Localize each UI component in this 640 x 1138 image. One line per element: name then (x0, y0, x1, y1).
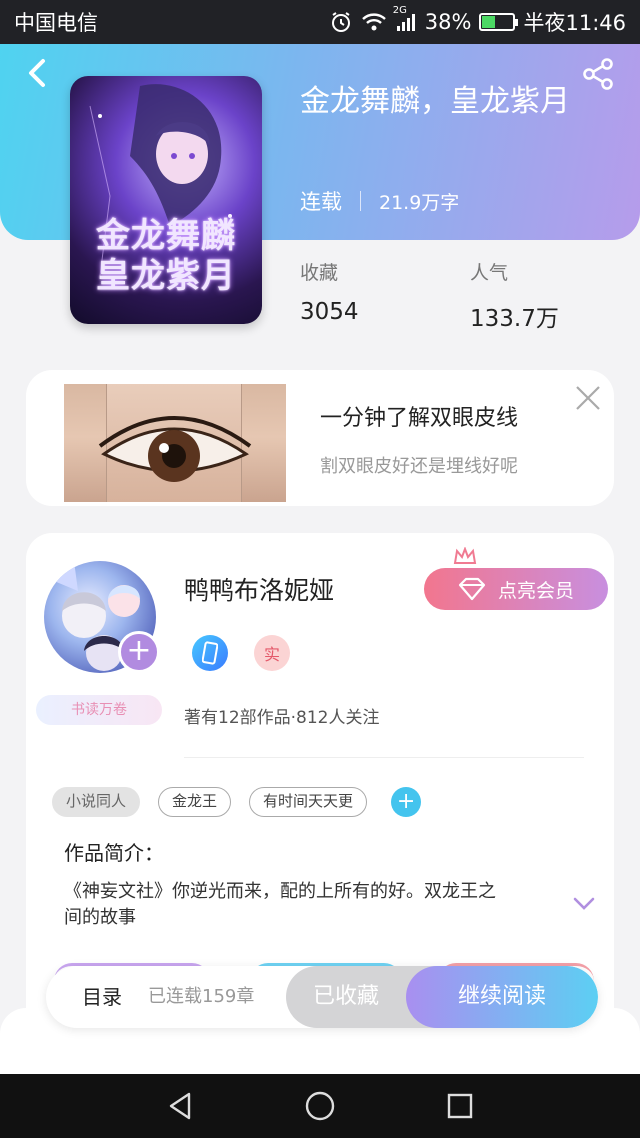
battery-fill (482, 16, 495, 28)
ad-subtitle: 割双眼皮好还是埋线好呢 (320, 456, 518, 477)
crown-icon (453, 547, 477, 564)
ad-close-button[interactable] (574, 384, 602, 412)
phone-verified-icon (192, 635, 228, 671)
status-icons: 2G 38% 半夜11:46 (329, 5, 626, 37)
alarm-icon (329, 10, 353, 34)
battery-percent: 38% (424, 10, 472, 34)
ad-image (64, 384, 286, 502)
follow-author-button[interactable]: + (118, 631, 160, 673)
stat-label: 收藏 (300, 262, 339, 284)
vip-button[interactable]: 点亮会员 (424, 568, 608, 610)
divider (184, 757, 584, 758)
cover-title: 金龙舞麟 皇龙紫月 (78, 216, 254, 296)
add-tag-button[interactable]: + (391, 787, 422, 817)
close-icon (576, 386, 600, 410)
stat-label: 人气 (470, 262, 509, 284)
chapter-count: 已连载159章 (148, 986, 255, 1007)
stat-popularity: 人气 133.7万 (470, 258, 559, 333)
intro-text: 《神妄文社》你逆光而来，配的上所有的好。双龙王之间的故事 (64, 881, 496, 928)
nav-recents-button[interactable] (438, 1084, 482, 1128)
network-type-label: 2G (392, 5, 407, 16)
nav-back-button[interactable] (158, 1084, 202, 1128)
tag-list: 小说同人 金龙王 有时间天天更 + (52, 787, 422, 817)
avatar-add-icon: + (126, 633, 152, 668)
book-status-row: 连载 21.9万字 (300, 186, 459, 216)
nav-back-icon (169, 1092, 191, 1120)
signal-icon: 2G (393, 5, 417, 33)
expand-intro-button[interactable] (572, 895, 596, 911)
battery-icon (479, 13, 519, 31)
book-cover[interactable]: 金龙舞麟 皇龙紫月 (70, 76, 262, 324)
action-bar: 目录 已连载159章 已收藏 继续阅读 (46, 966, 598, 1028)
clock: 半夜11:46 (523, 11, 626, 35)
status-divider (360, 191, 361, 211)
stat-value: 133.7万 (470, 306, 559, 332)
intro-label: 作品简介： (64, 841, 164, 865)
nav-home-icon (305, 1091, 335, 1121)
ad-title: 一分钟了解双眼皮线 (320, 406, 519, 431)
tag-item[interactable]: 有时间天天更 (249, 787, 368, 817)
back-button[interactable] (20, 56, 54, 90)
continue-reading-button[interactable]: 继续阅读 (406, 966, 598, 1028)
vip-label: 点亮会员 (497, 579, 574, 602)
book-title: 金龙舞麟，皇龙紫月 (300, 84, 570, 119)
eye-illustration (98, 416, 252, 482)
reader-badge: 书读万卷 (36, 695, 162, 725)
author-name[interactable]: 鸭鸭布洛妮娅 (184, 571, 334, 607)
cover-title-line2: 皇龙紫月 (96, 256, 236, 296)
diamond-icon (458, 577, 486, 601)
nav-recents-icon (447, 1093, 473, 1119)
author-stats: 著有12部作品·812人关注 (184, 708, 380, 728)
collected-label: 已收藏 (312, 984, 379, 1009)
carrier-label: 中国电信 (14, 11, 98, 35)
back-arrow-icon (29, 59, 45, 87)
serial-status: 连载 (300, 190, 342, 214)
word-count: 21.9万字 (379, 191, 460, 214)
cover-title-line1: 金龙舞麟 (96, 216, 236, 256)
chevron-down-icon (573, 897, 595, 910)
system-navbar (0, 1074, 640, 1138)
real-name-badge: 实 (254, 635, 290, 671)
status-bar: 中国电信 2G 38% 半夜11:46 (0, 0, 640, 44)
tag-item[interactable]: 金龙王 (158, 787, 232, 817)
toc-button[interactable]: 目录 (82, 966, 122, 1028)
stat-value: 3054 (300, 299, 359, 325)
stat-favorites: 收藏 3054 (300, 258, 359, 325)
ad-banner[interactable]: 一分钟了解双眼皮线 割双眼皮好还是埋线好呢 (26, 370, 614, 506)
nav-home-button[interactable] (298, 1084, 342, 1128)
tag-item[interactable]: 小说同人 (52, 787, 141, 817)
wifi-icon (361, 11, 387, 33)
